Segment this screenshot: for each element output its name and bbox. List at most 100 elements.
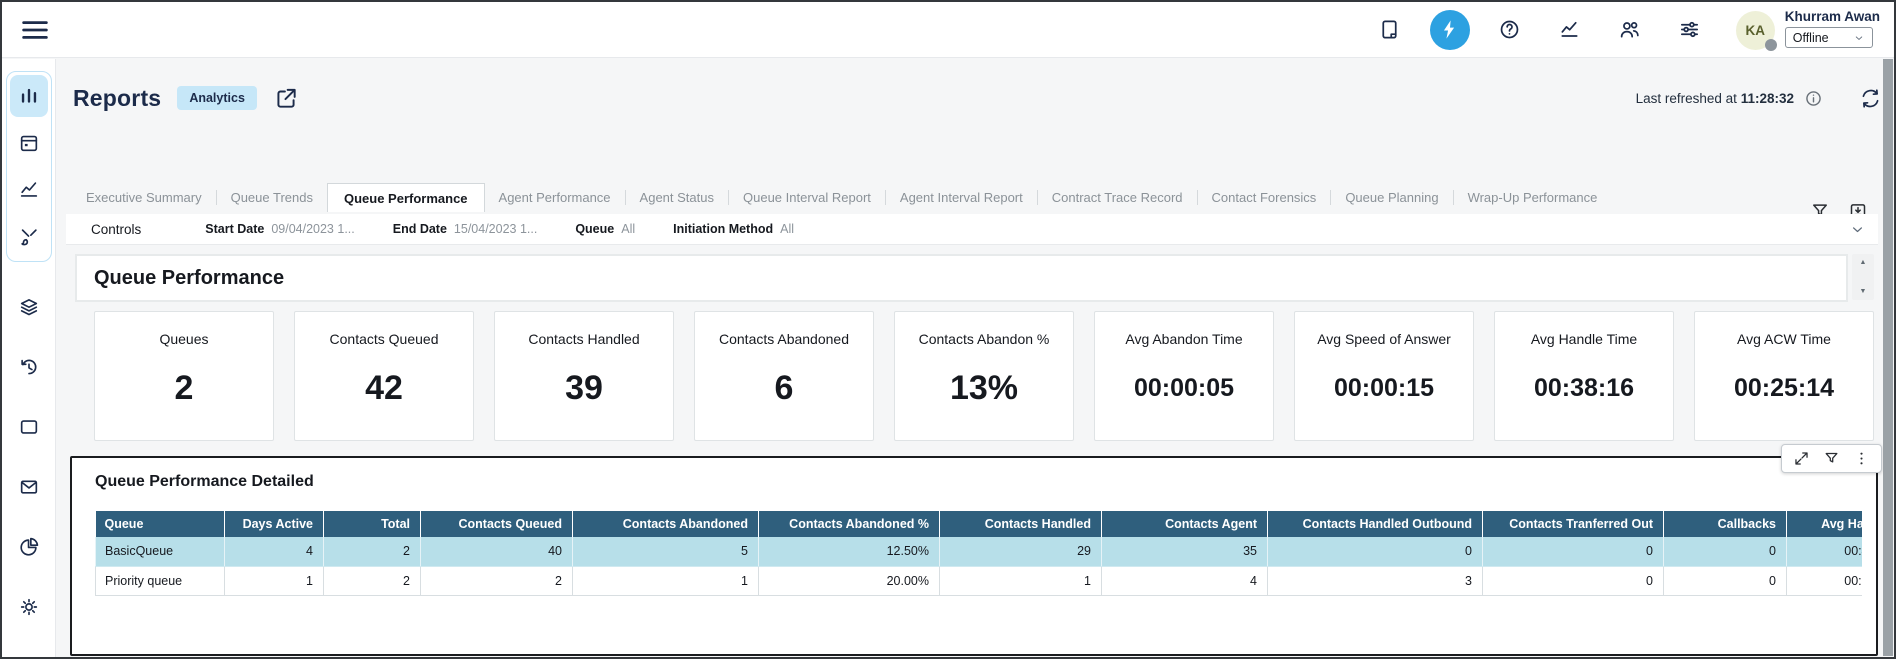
metrics-button[interactable] xyxy=(1550,10,1590,50)
column-header-avg-handl-[interactable]: Avg Handl. xyxy=(1787,511,1863,537)
avatar[interactable]: KA xyxy=(1736,11,1775,50)
tab-queue-trends[interactable]: Queue Trends xyxy=(217,183,327,212)
tab-queue-performance[interactable]: Queue Performance xyxy=(327,183,485,212)
info-icon[interactable] xyxy=(1804,89,1823,108)
lightning-button[interactable] xyxy=(1430,10,1470,50)
kpi-value: 00:00:05 xyxy=(1134,337,1234,440)
table-row[interactable]: Priority queue122120.00%1430000:01:1 xyxy=(96,566,1863,595)
filter-label: Queue xyxy=(575,222,614,236)
users-icon xyxy=(1618,18,1641,41)
reports-header: Reports Analytics Last refreshed at 11:2… xyxy=(73,77,1882,119)
section-title: Queue Performance xyxy=(94,267,284,290)
tab-wrap-up-performance[interactable]: Wrap-Up Performance xyxy=(1454,183,1612,212)
filter-initiation-method[interactable]: Initiation MethodAll xyxy=(673,222,794,236)
status-dot-icon xyxy=(1765,39,1777,51)
table-cell: 0 xyxy=(1664,537,1787,566)
column-header-contacts-abandoned[interactable]: Contacts Abandoned xyxy=(573,511,759,537)
tab-queue-interval-report[interactable]: Queue Interval Report xyxy=(729,183,885,212)
layers-icon xyxy=(18,296,40,318)
external-link-icon xyxy=(273,85,299,111)
dashboard: Queue Performance ▲ ▼ Queues2Contacts Qu… xyxy=(56,245,1894,657)
column-header-days-active[interactable]: Days Active xyxy=(225,511,324,537)
table-cell: 40 xyxy=(421,537,573,566)
sidebar-item-mail[interactable] xyxy=(10,466,48,508)
section-scrollbar[interactable]: ▲ ▼ xyxy=(1852,254,1874,300)
filter-start-date[interactable]: Start Date09/04/2023 1... xyxy=(205,222,354,236)
expand-icon xyxy=(1793,450,1810,467)
chevron-down-icon[interactable] xyxy=(1849,221,1866,238)
tab-agent-performance[interactable]: Agent Performance xyxy=(485,183,625,212)
column-header-contacts-agent[interactable]: Contacts Agent xyxy=(1102,511,1268,537)
kpi-value: 39 xyxy=(565,337,603,440)
sidebar-item-line-chart[interactable] xyxy=(10,169,48,211)
table-cell: 2 xyxy=(324,537,421,566)
table-cell: 0 xyxy=(1664,566,1787,595)
sidebar-item-calendar[interactable] xyxy=(10,122,48,164)
kpi-value: 00:00:15 xyxy=(1334,337,1434,440)
pie-chart-icon xyxy=(18,536,40,558)
tab-executive-summary[interactable]: Executive Summary xyxy=(72,183,216,212)
widget-filter-icon[interactable] xyxy=(1823,450,1840,467)
sidebar-item-window[interactable] xyxy=(10,406,48,448)
column-header-total[interactable]: Total xyxy=(324,511,421,537)
info-icon xyxy=(1804,89,1823,108)
sliders-button[interactable] xyxy=(1670,10,1710,50)
control-filters: Start Date09/04/2023 1... End Date15/04/2… xyxy=(205,222,794,236)
app-window: KA Khurram Awan Offline Reports Analytic… xyxy=(0,0,1896,659)
kpi-card-avg-abandon-time: Avg Abandon Time00:00:05 xyxy=(1094,311,1274,441)
column-header-queue[interactable]: Queue xyxy=(96,511,225,537)
vertical-scrollbar[interactable] xyxy=(1883,59,1893,656)
external-link-icon[interactable] xyxy=(273,85,299,111)
column-header-contacts-handled-outbound[interactable]: Contacts Handled Outbound xyxy=(1268,511,1483,537)
tab-agent-status[interactable]: Agent Status xyxy=(626,183,728,212)
table-cell: 35 xyxy=(1102,537,1268,566)
filter-value: 15/04/2023 1... xyxy=(454,222,537,236)
column-header-contacts-tranferred-out[interactable]: Contacts Tranferred Out xyxy=(1483,511,1664,537)
column-header-contacts-handled[interactable]: Contacts Handled xyxy=(940,511,1102,537)
tab-agent-interval-report[interactable]: Agent Interval Report xyxy=(886,183,1037,212)
line-chart-icon xyxy=(18,179,40,201)
help-button[interactable] xyxy=(1490,10,1530,50)
settings-icon xyxy=(18,596,40,618)
sidebar-item-layers[interactable] xyxy=(10,286,48,328)
kebab-menu-icon[interactable] xyxy=(1853,450,1870,467)
filter-value: All xyxy=(621,222,635,236)
table-header-row: QueueDays ActiveTotalContacts QueuedCont… xyxy=(96,511,1863,537)
tab-contact-forensics[interactable]: Contact Forensics xyxy=(1198,183,1331,212)
chevron-down-icon xyxy=(1853,32,1865,44)
sidebar-item-bar-chart[interactable] xyxy=(10,75,48,117)
tab-queue-planning[interactable]: Queue Planning xyxy=(1331,183,1452,212)
widget-title: Queue Performance Detailed xyxy=(95,473,314,491)
filter-end-date[interactable]: End Date15/04/2023 1... xyxy=(393,222,538,236)
filter-value: All xyxy=(780,222,794,236)
column-header-contacts-queued[interactable]: Contacts Queued xyxy=(421,511,573,537)
sidebar-item-design[interactable] xyxy=(10,216,48,258)
scroll-down-arrow-icon[interactable]: ▼ xyxy=(1860,288,1867,295)
column-header-contacts-abandoned-[interactable]: Contacts Abandoned % xyxy=(759,511,940,537)
sidebar-item-pie-chart[interactable] xyxy=(10,526,48,568)
window-icon xyxy=(18,416,40,438)
table-row[interactable]: BasicQueue4240512.50%293500000:42:2 xyxy=(96,537,1863,566)
hamburger-icon xyxy=(18,13,52,47)
sidebar xyxy=(2,59,56,657)
lightning-icon xyxy=(1438,18,1461,41)
scroll-up-arrow-icon[interactable]: ▲ xyxy=(1860,259,1867,266)
tab-contract-trace-record[interactable]: Contract Trace Record xyxy=(1038,183,1197,212)
sidebar-item-history[interactable] xyxy=(10,346,48,388)
user-area: KA Khurram Awan Offline xyxy=(1736,9,1880,50)
filter-label: Start Date xyxy=(205,222,264,236)
queue-performance-table: QueueDays ActiveTotalContacts QueuedCont… xyxy=(95,511,1862,596)
mail-icon xyxy=(18,476,40,498)
form-button[interactable] xyxy=(1370,10,1410,50)
status-select[interactable]: Offline xyxy=(1785,27,1873,48)
hamburger-menu-icon[interactable] xyxy=(18,13,52,47)
section-header: Queue Performance xyxy=(75,254,1848,302)
column-header-callbacks[interactable]: Callbacks xyxy=(1664,511,1787,537)
filter-queue[interactable]: Queue All xyxy=(575,222,635,236)
users-button[interactable] xyxy=(1610,10,1650,50)
expand-icon[interactable] xyxy=(1793,450,1810,467)
sidebar-item-settings[interactable] xyxy=(10,586,48,628)
refresh-icon[interactable] xyxy=(1859,87,1882,110)
sliders-icon xyxy=(1678,18,1701,41)
history-icon xyxy=(18,356,40,378)
